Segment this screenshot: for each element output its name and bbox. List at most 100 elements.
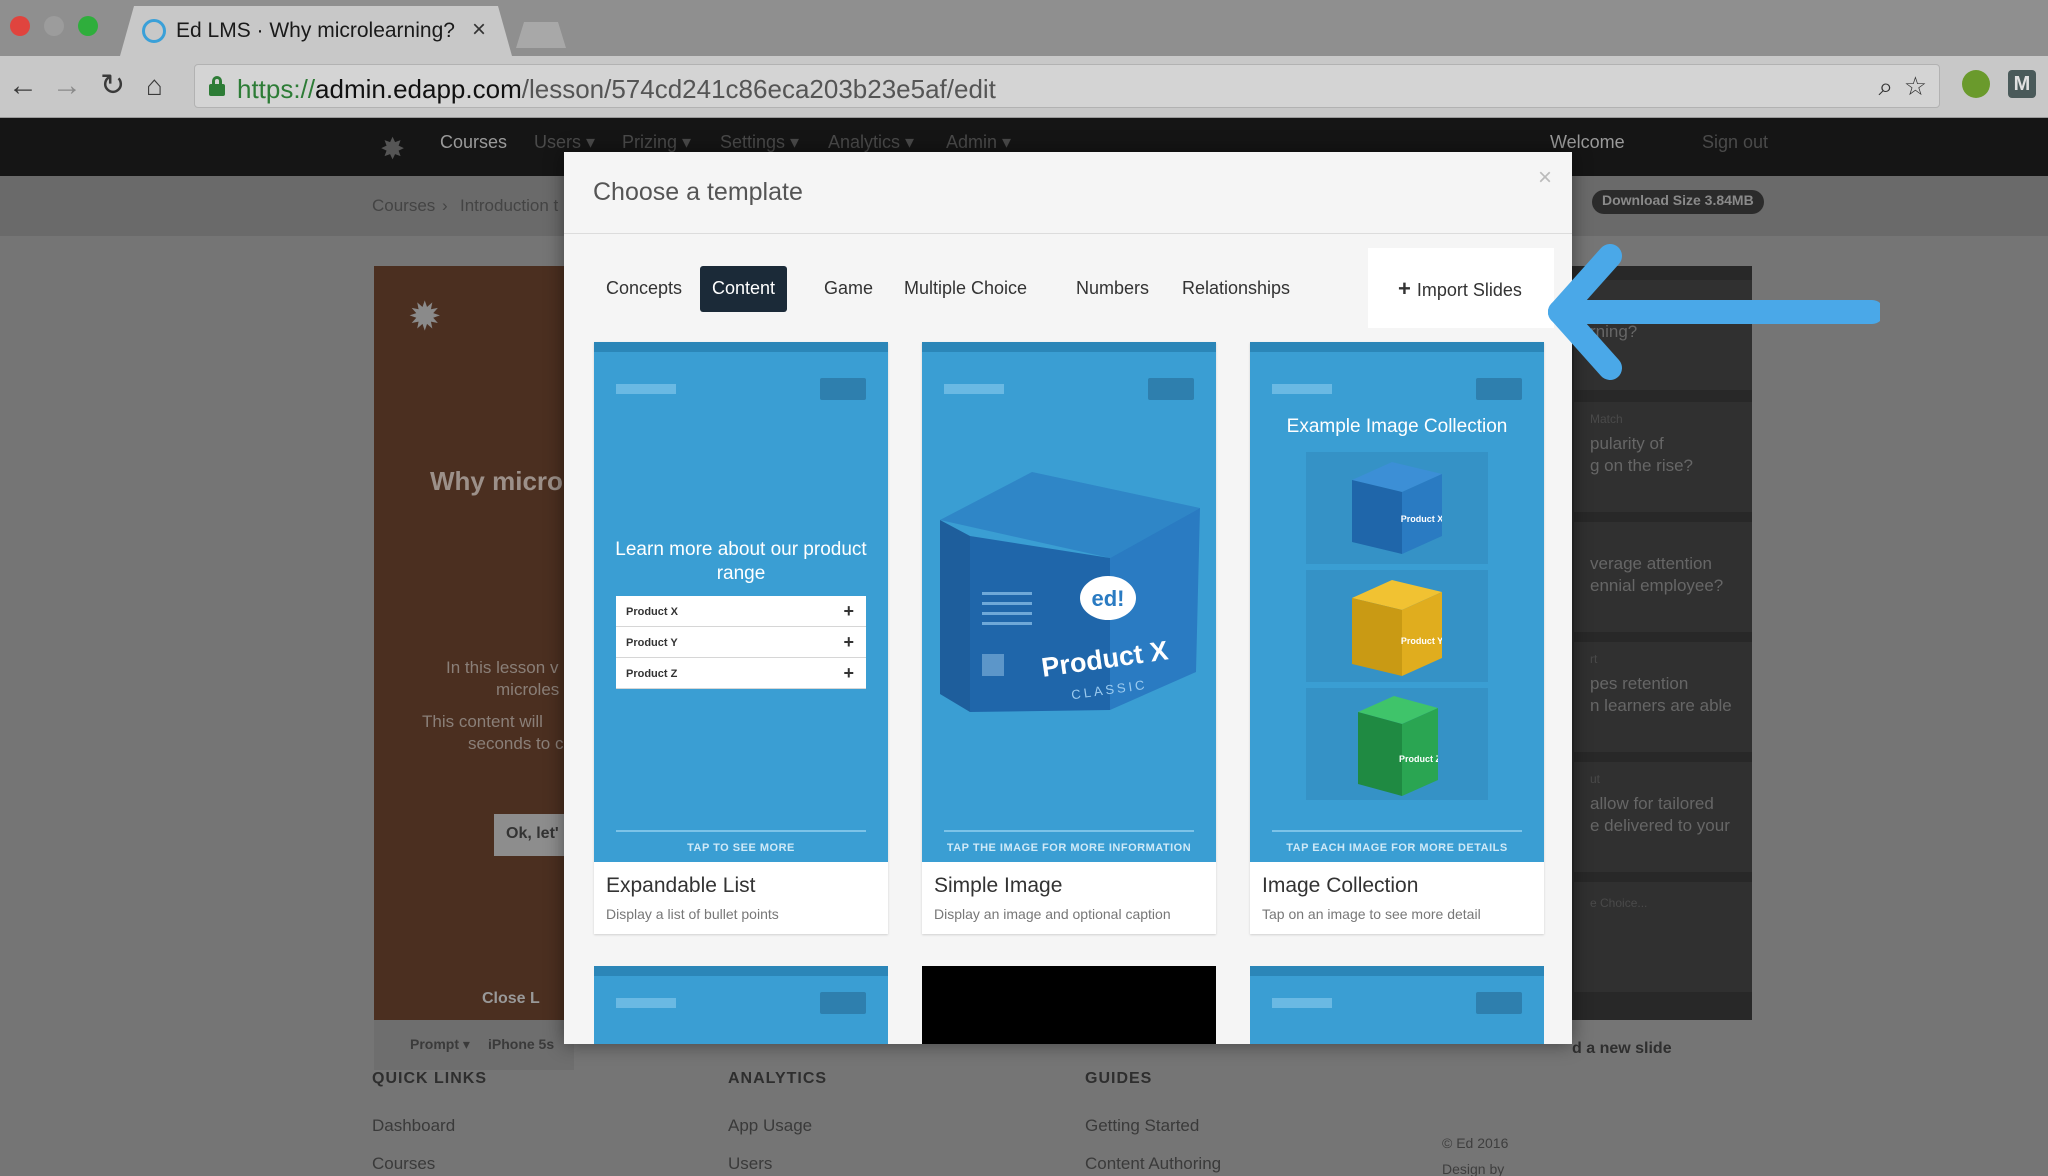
plus-icon: + (843, 601, 854, 621)
plus-icon: + (843, 632, 854, 652)
footer-analytics: ANALYTICS App Usage Users (728, 1070, 827, 1176)
nav-analytics[interactable]: Analytics ▾ (828, 132, 914, 153)
svg-text:Product Y: Product Y (1401, 636, 1442, 646)
template-card-expandable-list[interactable]: Learn more about our product range Produ… (594, 342, 888, 934)
footer-link-app-usage[interactable]: App Usage (728, 1116, 827, 1136)
footer-link-users[interactable]: Users (728, 1154, 827, 1174)
reload-icon[interactable]: ↻ (100, 68, 125, 104)
plus-icon: + (1398, 276, 1411, 301)
template-card[interactable] (594, 966, 888, 1044)
nav-admin[interactable]: Admin ▾ (946, 132, 1011, 153)
slide-item[interactable]: ut allow for tailored e delivered to you… (1574, 762, 1752, 872)
nav-settings[interactable]: Settings ▾ (720, 132, 799, 153)
nav-prizing[interactable]: Prizing ▾ (622, 132, 691, 153)
download-size-badge: Download Size 3.84MB (1592, 190, 1764, 214)
window-close-button[interactable] (10, 16, 30, 36)
bookmark-star-icon[interactable]: ☆ (1904, 71, 1927, 102)
nav-users[interactable]: Users ▾ (534, 132, 595, 153)
preview-close-button[interactable]: Close L (482, 990, 540, 1008)
product-box-image: ed! Product X CLASSIC (940, 472, 1200, 712)
tab-multiple-choice[interactable]: Multiple Choice (892, 266, 1039, 312)
slide-item[interactable]: rt pes retention n learners are able (1574, 642, 1752, 752)
footer-guides: GUIDES Getting Started Content Authoring (1085, 1070, 1221, 1176)
template-preview: Learn more about our product range Produ… (594, 342, 888, 862)
url-text: https://admin.edapp.com/lesson/574cd241c… (237, 74, 996, 104)
product-x-box-image: Product X (1352, 462, 1442, 554)
list-item: Product Z + (616, 658, 866, 689)
template-card[interactable] (1250, 966, 1544, 1044)
preview-footer: Prompt ▾ iPhone 5s (374, 1020, 574, 1070)
annotation-arrow-icon (1548, 244, 1880, 380)
nav-welcome: Welcome (1550, 132, 1625, 152)
forward-arrow-icon[interactable]: → (52, 68, 82, 104)
slide-item[interactable]: verage attention ennial employee? (1574, 522, 1752, 632)
svg-text:Product X: Product X (1401, 514, 1442, 524)
add-new-slide-link[interactable]: d a new slide (1572, 1040, 1672, 1058)
footer-link-courses[interactable]: Courses (372, 1154, 487, 1174)
back-arrow-icon[interactable]: ← (8, 68, 38, 104)
breadcrumb-courses[interactable]: Courses (372, 196, 435, 216)
import-slides-highlight: + Import Slides (1368, 248, 1554, 328)
browser-tab-bar: Ed LMS · Why microlearning? × (0, 0, 2048, 56)
collection-tile[interactable]: Product Z (1306, 688, 1488, 800)
preview-caption: TAP THE IMAGE FOR MORE INFORMATION (946, 842, 1192, 854)
plus-icon: + (843, 663, 854, 683)
preview-caption: TAP EACH IMAGE FOR MORE DETAILS (1286, 842, 1508, 854)
list-item: Product X + (616, 596, 866, 627)
lock-icon (209, 76, 225, 96)
favicon-icon (142, 19, 166, 43)
modal-close-icon[interactable]: × (1538, 164, 1552, 192)
breadcrumb-current[interactable]: Introduction t (460, 196, 558, 216)
template-name: Image Collection (1262, 874, 1419, 897)
expandable-list: Product X + Product Y + Product Z + (616, 596, 866, 689)
tab-numbers[interactable]: Numbers (1064, 266, 1161, 312)
template-card-image-collection[interactable]: Example Image Collection Product X Produ… (1250, 342, 1544, 934)
new-tab-button[interactable] (516, 22, 566, 48)
product-y-box-image: Product Y (1352, 580, 1442, 676)
footer-link-getting-started[interactable]: Getting Started (1085, 1116, 1221, 1136)
zoom-magnifier-icon[interactable]: ⌕ (1878, 71, 1893, 103)
tab-content[interactable]: Content (700, 266, 788, 312)
nav-sign-out[interactable]: Sign out (1702, 132, 1768, 153)
app-logo-gear-icon[interactable]: ✸ (380, 132, 405, 167)
preview-text-4: seconds to c (468, 734, 564, 753)
footer-link-content-authoring[interactable]: Content Authoring (1085, 1154, 1221, 1174)
home-icon[interactable]: ⌂ (146, 68, 163, 104)
modal-title: Choose a template (593, 178, 803, 206)
footer-link-dashboard[interactable]: Dashboard (372, 1116, 487, 1136)
template-name: Simple Image (934, 874, 1063, 897)
collection-tile[interactable]: Product X (1306, 452, 1488, 564)
tab-relationships[interactable]: Relationships (1170, 266, 1302, 312)
preview-text-1: In this lesson v (446, 658, 559, 677)
tab-game[interactable]: Game (812, 266, 885, 312)
window-zoom-button[interactable] (78, 16, 98, 36)
template-description: Display a list of bullet points (606, 906, 779, 922)
list-item: Product Y + (616, 627, 866, 658)
extension-globe-icon[interactable] (1962, 70, 1990, 98)
collection-tile[interactable]: Product Y (1306, 570, 1488, 682)
template-card-simple-image[interactable]: ed! Product X CLASSIC TAP THE IMAGE FOR … (922, 342, 1216, 934)
slide-item[interactable]: e Choice... (1574, 882, 1752, 992)
tab-concepts[interactable]: Concepts (594, 266, 694, 312)
address-bar[interactable]: https://admin.edapp.com/lesson/574cd241c… (194, 64, 1940, 108)
expandable-list-heading: Learn more about our product range (615, 539, 867, 584)
slide-item[interactable]: Match pularity of g on the rise? (1574, 402, 1752, 512)
import-slides-button[interactable]: + Import Slides (1398, 276, 1522, 302)
product-z-box-image: Product Z (1358, 696, 1438, 796)
preview-caption: TAP TO SEE MORE (687, 842, 795, 854)
window-minimize-button[interactable] (44, 16, 64, 36)
template-card[interactable] (922, 966, 1216, 1044)
preview-title: Why micro (430, 466, 563, 496)
footer-heading: ANALYTICS (728, 1070, 828, 1087)
tab-close-icon[interactable]: × (472, 16, 486, 44)
browser-tab[interactable]: Ed LMS · Why microlearning? × (120, 6, 512, 56)
modal-header: Choose a template × (564, 152, 1572, 234)
preview-device-select[interactable]: iPhone 5s (488, 1036, 554, 1052)
preview-ok-button[interactable]: Ok, let' (494, 814, 574, 856)
template-description: Display an image and optional caption (934, 906, 1171, 922)
collection-heading: Example Image Collection (1286, 416, 1508, 437)
svg-text:Product Z: Product Z (1399, 754, 1438, 764)
preview-prompt-select[interactable]: Prompt ▾ (410, 1036, 470, 1053)
nav-courses[interactable]: Courses (440, 132, 507, 153)
extension-m-icon[interactable]: M (2008, 70, 2036, 98)
